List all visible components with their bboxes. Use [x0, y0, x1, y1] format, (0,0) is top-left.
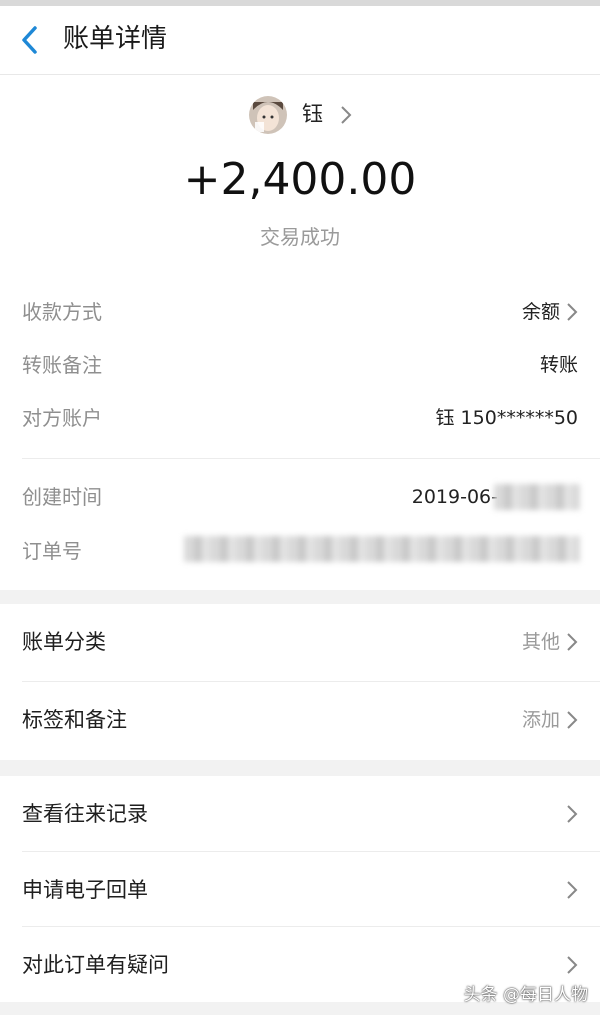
chevron-right-icon: [567, 805, 578, 823]
question-order-label: 对此订单有疑问: [22, 953, 169, 977]
payer-name: 钰: [302, 102, 323, 126]
divider: [22, 458, 600, 459]
chevron-right-icon: [567, 303, 578, 321]
chevron-right-icon: [567, 711, 578, 729]
tags-notes-label: 标签和备注: [22, 708, 127, 732]
tags-notes-value: 添加: [521, 709, 560, 731]
chevron-right-icon: [567, 881, 578, 899]
payer-link[interactable]: 钰: [0, 96, 600, 136]
bill-category-row[interactable]: 账单分类 其他: [0, 604, 600, 680]
payment-method-row[interactable]: 收款方式 余额: [0, 292, 600, 332]
chevron-right-icon: [341, 106, 352, 124]
section-gap: [0, 760, 600, 776]
avatar: [249, 96, 287, 134]
bill-category-label: 账单分类: [22, 630, 106, 654]
request-e-receipt-row[interactable]: 申请电子回单: [0, 852, 600, 928]
transfer-note-value: 转账: [539, 354, 578, 376]
transfer-note-label: 转账备注: [22, 353, 102, 377]
counterparty-account-row: 对方账户 钰 150******50: [0, 398, 600, 438]
payment-method-value: 余额: [521, 301, 560, 323]
counterparty-account-value: 钰 150******50: [435, 407, 578, 429]
order-number-label: 订单号: [22, 539, 82, 563]
chevron-right-icon: [567, 956, 578, 974]
transaction-status: 交易成功: [260, 225, 340, 249]
created-time-value: 2019-06-: [411, 486, 498, 508]
chevron-right-icon: [567, 633, 578, 651]
transfer-note-row: 转账备注 转账: [0, 345, 600, 385]
navigation-bar: 账单详情: [0, 6, 600, 75]
tags-notes-row[interactable]: 标签和备注 添加: [0, 682, 600, 758]
view-transaction-history-label: 查看往来记录: [22, 802, 148, 826]
section-gap: [0, 590, 600, 604]
redacted-order-number: [184, 536, 580, 562]
payment-method-label: 收款方式: [22, 300, 102, 324]
back-arrow-icon[interactable]: [16, 22, 44, 58]
counterparty-account-label: 对方账户: [22, 406, 102, 430]
redacted-created-time: [494, 484, 580, 510]
page-title: 账单详情: [63, 24, 168, 54]
watermark: 头条 @每日人物: [463, 985, 588, 1005]
view-transaction-history-row[interactable]: 查看往来记录: [0, 776, 600, 852]
transaction-amount: +2,400.00: [183, 154, 417, 205]
request-e-receipt-label: 申请电子回单: [22, 878, 148, 902]
created-time-label: 创建时间: [22, 485, 102, 509]
bill-category-value: 其他: [521, 631, 560, 653]
